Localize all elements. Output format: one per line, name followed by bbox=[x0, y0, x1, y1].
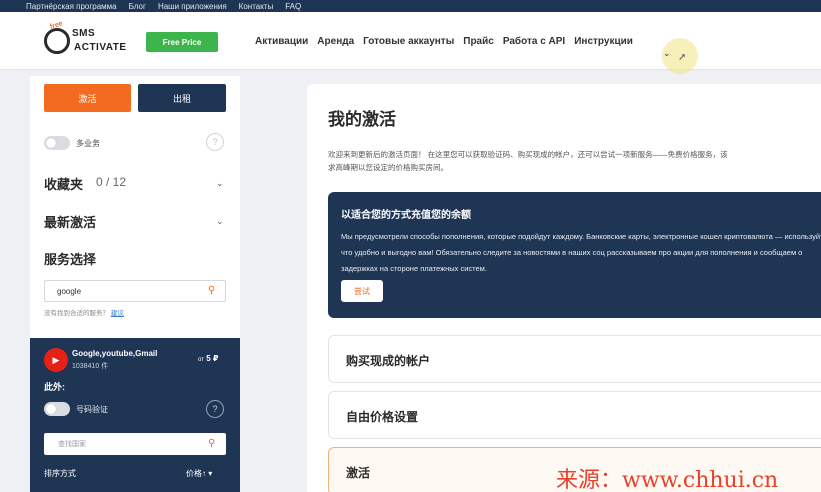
price-prefix: от bbox=[198, 357, 204, 363]
search-icon[interactable]: ⚲ bbox=[208, 438, 215, 449]
topbar-link-contacts[interactable]: Контакты bbox=[239, 2, 274, 11]
sms-activate-logo[interactable]: free SMS ACTIVATE bbox=[40, 20, 132, 60]
multi-service-toggle[interactable] bbox=[44, 136, 70, 150]
service-price: от 5 ₽ bbox=[198, 354, 218, 363]
suggest-link[interactable]: 建议 bbox=[111, 310, 124, 317]
logo-text-top: SMS bbox=[72, 28, 96, 39]
topbar-link-apps[interactable]: Наши приложения bbox=[158, 2, 227, 11]
nav-activations[interactable]: Активации bbox=[255, 36, 308, 47]
country-search-input[interactable]: 查找国家 bbox=[44, 433, 226, 455]
try-button[interactable]: 尝试 bbox=[341, 280, 383, 302]
number-verify-toggle[interactable] bbox=[44, 402, 70, 416]
favorites-count: 0 / 12 bbox=[96, 175, 127, 189]
mouse-pointer-icon: ➚ bbox=[678, 52, 687, 63]
main-panel: 我的激活 欢迎来到更新后的激活页面！ 在这里您可以获取验证码、购买现成的帐户，还… bbox=[307, 84, 821, 492]
nav-ready-accounts[interactable]: Готовые аккаунты bbox=[363, 36, 454, 47]
topup-banner: 以适合您的方式充值您的余额 Мы предусмотрели способы п… bbox=[328, 192, 821, 318]
search-icon[interactable]: ⚲ bbox=[208, 285, 215, 296]
main-nav: Активации Аренда Готовые аккаунты Прайс … bbox=[255, 36, 633, 47]
help-icon[interactable]: ? bbox=[206, 133, 224, 151]
youtube-icon: ▶ bbox=[44, 348, 68, 372]
multi-service-label: 多业务 bbox=[76, 139, 100, 148]
logo-circle-icon bbox=[44, 28, 70, 54]
nav-rent[interactable]: Аренда bbox=[317, 36, 354, 47]
service-count: 1038410 件 bbox=[72, 363, 109, 370]
topbar-link-blog[interactable]: Блог bbox=[129, 2, 146, 11]
rent-button[interactable]: 出租 bbox=[138, 84, 226, 112]
accordion-label: 自由价格设置 bbox=[346, 410, 419, 424]
service-select-title: 服务选择 bbox=[44, 252, 97, 267]
logo-text-bottom: ACTIVATE bbox=[74, 42, 127, 53]
nav-instructions[interactable]: Инструкции bbox=[574, 36, 633, 47]
intro-line-1: 欢迎来到更新后的激活页面！ 在这里您可以获取验证码、购买现成的帐户，还可以尝试一… bbox=[328, 150, 728, 159]
accordion-label: 激活 bbox=[346, 466, 371, 480]
chevron-down-icon[interactable]: ⌄ bbox=[663, 48, 671, 59]
accordion-ready-accounts[interactable]: 购买现成的帐户 bbox=[328, 335, 821, 383]
page-title: 我的激活 bbox=[328, 110, 396, 129]
service-name: Google,youtube,Gmail bbox=[72, 349, 158, 358]
nav-price[interactable]: Прайс bbox=[463, 36, 494, 47]
favorites-title[interactable]: 收藏夹 bbox=[44, 174, 83, 193]
service-search-input[interactable]: google bbox=[44, 280, 226, 302]
top-links-bar: Партнёрская программа Блог Наши приложен… bbox=[0, 0, 821, 12]
topup-text: Мы предусмотрели способы пополнения, кот… bbox=[341, 232, 821, 273]
topbar-link-faq[interactable]: FAQ bbox=[285, 2, 301, 11]
free-price-button[interactable]: Free Price bbox=[146, 32, 218, 52]
number-verify-label: 号码验证 bbox=[76, 405, 108, 414]
service-card[interactable]: ▶ Google,youtube,Gmail 1038410 件 от 5 ₽ … bbox=[30, 338, 240, 492]
no-service-hint: 没有找到合适的服务？ 建议 bbox=[44, 307, 124, 317]
price-value: 5 ₽ bbox=[206, 354, 219, 363]
site-header: free SMS ACTIVATE Free Price Активации А… bbox=[0, 12, 821, 74]
accordion-free-price[interactable]: 自由价格设置 bbox=[328, 391, 821, 439]
intro-text: 欢迎来到更新后的激活页面！ 在这里您可以获取验证码、购买现成的帐户，还可以尝试一… bbox=[328, 148, 821, 174]
help-icon[interactable]: ? bbox=[206, 400, 224, 418]
topup-title: 以适合您的方式充值您的余额 bbox=[341, 210, 471, 221]
recent-activations-title[interactable]: 最新激活 bbox=[44, 212, 96, 231]
accordion-label: 购买现成的帐户 bbox=[346, 354, 431, 368]
topbar-link-partner[interactable]: Партнёрская программа bbox=[26, 2, 117, 11]
nav-api[interactable]: Работа с API bbox=[503, 36, 565, 47]
source-watermark: 来源：www.chhui.cn bbox=[556, 468, 779, 492]
intro-line-2: 求高峰期以您设定的价格购买房间。 bbox=[328, 163, 448, 172]
sort-dropdown[interactable]: 价格↑ ▾ bbox=[186, 468, 212, 479]
sort-label: 排序方式 bbox=[44, 469, 76, 478]
chevron-down-icon[interactable]: ⌄ bbox=[216, 216, 224, 227]
chevron-down-icon[interactable]: ⌄ bbox=[216, 178, 224, 189]
activate-button[interactable]: 激活 bbox=[44, 84, 131, 112]
no-service-text: 没有找到合适的服务？ bbox=[44, 310, 109, 317]
extra-label: 此外: bbox=[44, 382, 65, 392]
